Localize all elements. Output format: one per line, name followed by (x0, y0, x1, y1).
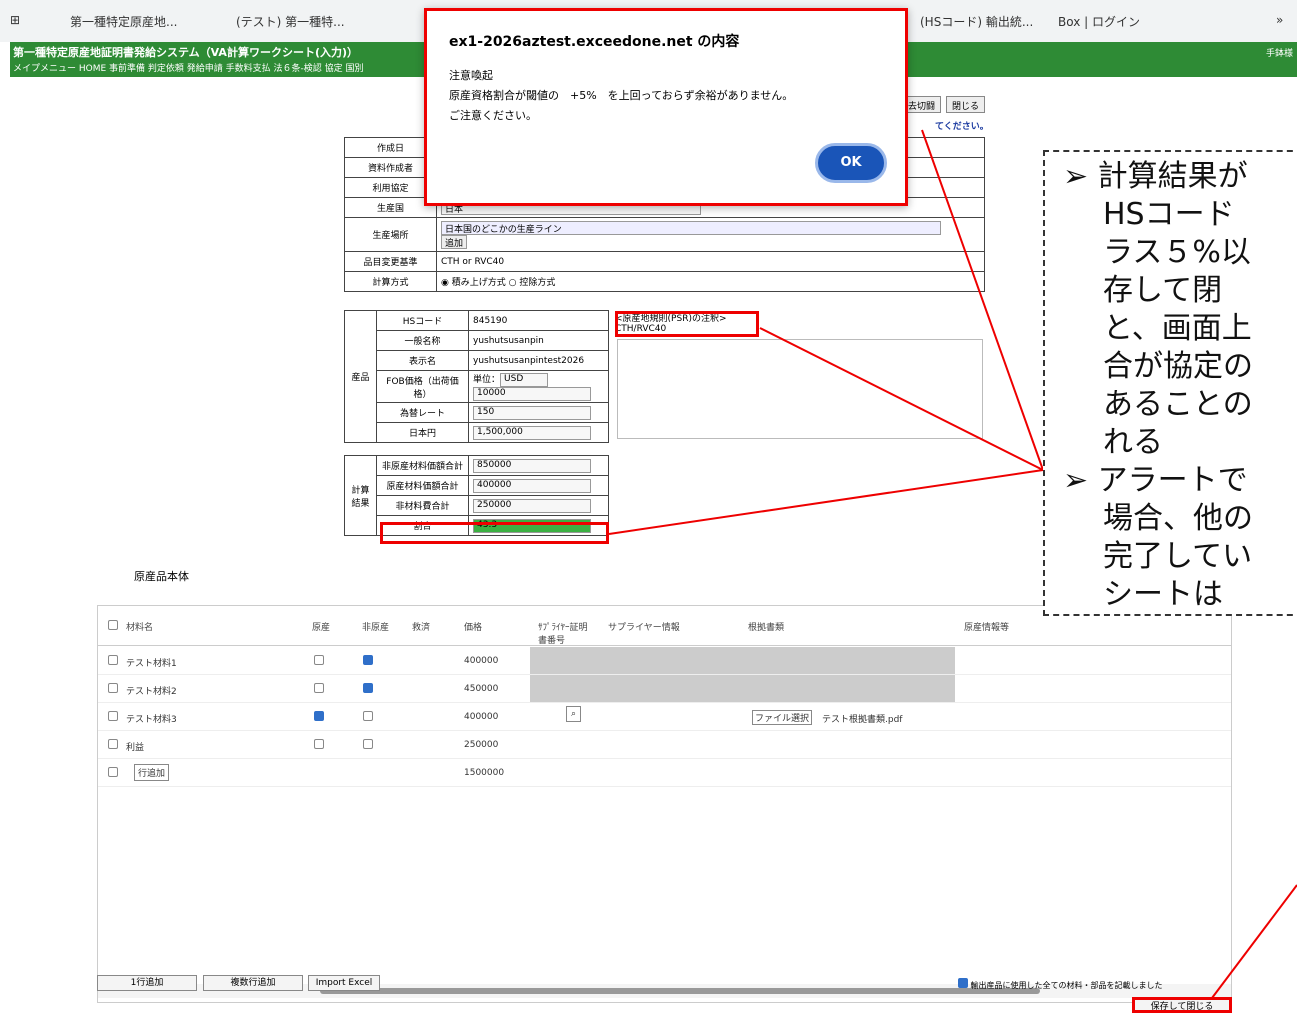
note-line: ➢ 計算結果が (1063, 159, 1248, 194)
note-line: 存して閉 (1103, 273, 1223, 308)
note-line: ➢ アラートで (1063, 463, 1248, 498)
ok-button[interactable]: OK (815, 143, 887, 183)
dialog-line-3: ご注意ください。 (449, 109, 537, 122)
note-line: 合が協定の (1103, 349, 1253, 384)
note-line: 場合、他の (1103, 501, 1253, 536)
note-line: 完了してい (1103, 539, 1253, 574)
dialog-line-2: 原産資格割合が閾値の +5% を上回っておらず余裕がありません。 (449, 89, 794, 102)
dialog-title: ex1-2026aztest.exceedone.net の内容 (449, 34, 740, 50)
note-line: と、画面上 (1103, 311, 1252, 346)
dialog-line-1: 注意喚起 (449, 69, 493, 82)
note-line: HSコード (1103, 197, 1235, 232)
note-line: シートは (1103, 577, 1223, 612)
note-line: あることの (1103, 387, 1253, 422)
note-line: ラス５%以 (1103, 235, 1251, 270)
annotation-note: ➢ 計算結果が HSコード ラス５%以 存して閉 と、画面上 合が協定の あるこ… (1043, 150, 1297, 616)
alert-dialog: ex1-2026aztest.exceedone.net の内容 注意喚起 原産… (424, 8, 908, 206)
note-line: れる (1103, 425, 1163, 460)
